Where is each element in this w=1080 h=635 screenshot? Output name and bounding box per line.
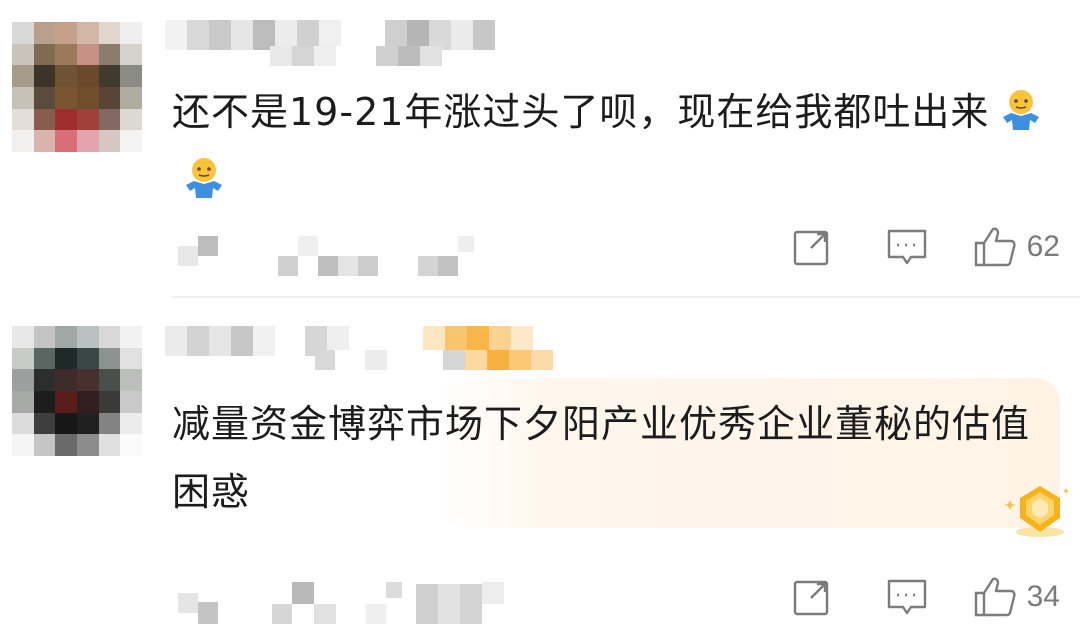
person-shrug-icon [182,152,226,198]
like-button[interactable]: 34 [971,572,1060,622]
comment-text: 还不是19-21年涨过头了呗，现在给我都吐出来 [172,78,1052,214]
share-icon [793,580,828,616]
comment-actions: 34 [783,572,1060,622]
reply-button[interactable] [877,572,937,622]
share-button[interactable] [783,222,841,272]
thumbs-up-icon [974,577,1016,617]
comment-icon [887,579,926,615]
share-icon [793,230,828,266]
comment-meta [178,582,504,624]
comment-icon [887,229,926,265]
username-extra [270,46,442,66]
reply-button[interactable] [877,222,937,272]
like-button[interactable]: 62 [971,222,1060,272]
comment-text-content: 还不是19-21年涨过头了呗，现在给我都吐出来 [172,90,990,134]
comment-meta [178,236,474,276]
divider [172,296,1080,298]
like-count: 34 [1026,580,1060,613]
avatar[interactable] [12,22,142,152]
share-button[interactable] [783,572,841,622]
comment-text: 减量资金博弈市场下夕阳产业优秀企业董秘的估值困惑 [172,390,1052,526]
thumbs-up-icon [974,227,1016,267]
like-count: 62 [1026,230,1060,263]
username-extra [315,350,553,370]
person-shrug-icon [999,84,1043,130]
avatar[interactable] [12,326,142,456]
comment-actions: 62 [783,222,1060,272]
featured-badge-icon [1000,480,1076,540]
comment-text-content: 减量资金博弈市场下夕阳产业优秀企业董秘的估值困惑 [172,402,1031,514]
